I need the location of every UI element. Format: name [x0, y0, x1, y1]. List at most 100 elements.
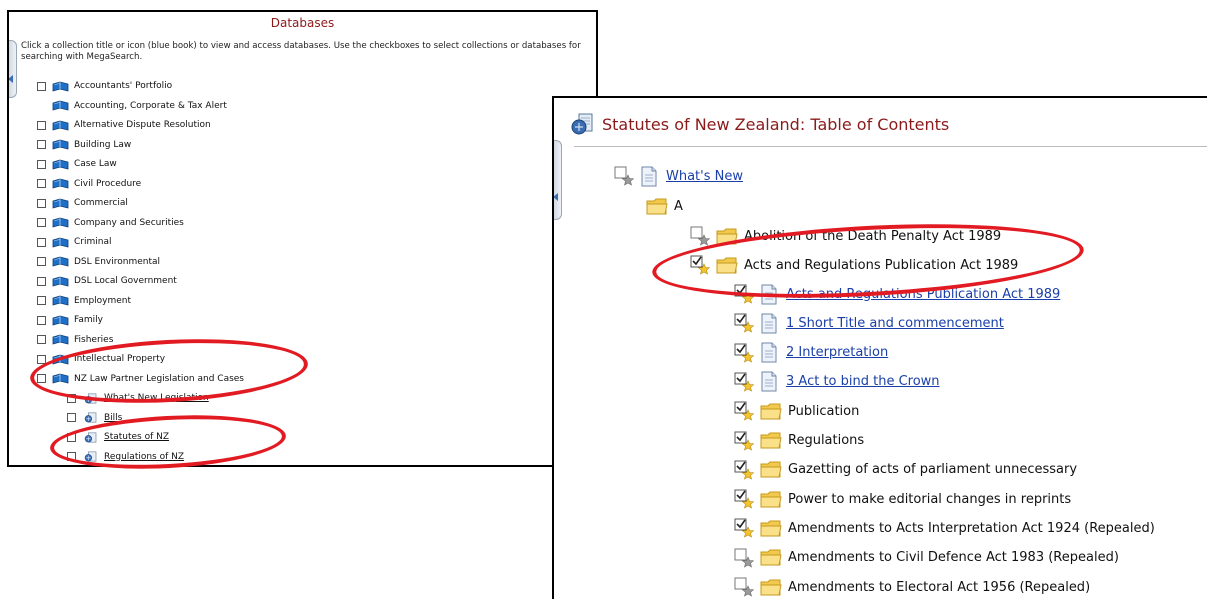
letter-label[interactable]: A	[674, 199, 683, 214]
blue-book-icon[interactable]	[52, 256, 69, 267]
star-checkbox-icon[interactable]	[734, 460, 754, 480]
database-collection-row[interactable]: Fisheries	[37, 333, 113, 347]
database-collection-row[interactable]: Commercial	[37, 196, 128, 210]
blue-book-icon[interactable]	[52, 159, 69, 170]
blue-book-icon[interactable]	[52, 198, 69, 209]
collection-title[interactable]: Employment	[74, 296, 131, 306]
collection-title[interactable]: Accountants' Portfolio	[74, 81, 172, 91]
folder-icon[interactable]	[760, 490, 782, 509]
collection-title[interactable]: Civil Procedure	[74, 179, 141, 189]
database-collection-row[interactable]: Accountants' Portfolio	[37, 79, 172, 93]
database-collection-row[interactable]: Civil Procedure	[37, 177, 141, 191]
database-collection-row[interactable]: DSL Local Government	[37, 274, 177, 288]
blue-book-icon[interactable]	[52, 237, 69, 248]
section-title[interactable]: 2 Interpretation	[786, 345, 888, 360]
star-checkbox-icon[interactable]	[734, 577, 754, 597]
collection-checkbox[interactable]	[37, 335, 46, 344]
document-icon	[760, 342, 778, 363]
database-collection-row[interactable]: Criminal	[37, 235, 111, 249]
collection-checkbox[interactable]	[37, 257, 46, 266]
blue-book-icon[interactable]	[52, 178, 69, 189]
database-collection-row[interactable]: Case Law	[37, 157, 117, 171]
database-icon[interactable]	[82, 412, 99, 423]
document-icon	[760, 371, 778, 392]
star-checkbox-icon[interactable]	[734, 343, 754, 363]
folder-icon[interactable]	[760, 402, 782, 421]
folder-icon[interactable]	[760, 519, 782, 538]
collection-title[interactable]: Family	[74, 315, 103, 325]
collection-title[interactable]: DSL Environmental	[74, 257, 160, 267]
blue-book-icon[interactable]	[52, 276, 69, 287]
section-title[interactable]: Amendments to Acts Interpretation Act 19…	[788, 521, 1155, 536]
collection-checkbox[interactable]	[37, 179, 46, 188]
collection-title[interactable]: Building Law	[74, 140, 131, 150]
database-collection-row[interactable]: Accounting, Corporate & Tax Alert	[52, 99, 227, 113]
toc-row-letter: A	[646, 194, 683, 218]
collection-checkbox[interactable]	[37, 237, 46, 247]
blue-book-icon[interactable]	[52, 334, 69, 345]
section-title[interactable]: Power to make editorial changes in repri…	[788, 492, 1071, 507]
blue-book-icon[interactable]	[52, 81, 69, 92]
blue-book-icon[interactable]	[52, 120, 69, 131]
section-title[interactable]: Amendments to Electoral Act 1956 (Repeal…	[788, 580, 1090, 595]
section-title[interactable]: Regulations	[788, 433, 864, 448]
folder-icon[interactable]	[646, 197, 668, 216]
collection-title[interactable]: Commercial	[74, 198, 128, 208]
star-checkbox-icon[interactable]	[614, 166, 634, 186]
blue-book-icon[interactable]	[52, 139, 69, 150]
collection-checkbox[interactable]	[37, 81, 46, 91]
collection-checkbox[interactable]	[37, 159, 46, 169]
section-title[interactable]: Gazetting of acts of parliament unnecess…	[788, 462, 1077, 477]
database-collection-row[interactable]: Family	[37, 313, 103, 327]
collection-checkbox[interactable]	[37, 140, 46, 149]
folder-icon[interactable]	[760, 578, 782, 597]
star-checkbox-icon[interactable]	[734, 372, 754, 392]
database-collection-row[interactable]: Employment	[37, 294, 131, 308]
collection-checkbox[interactable]	[37, 276, 46, 286]
database-checkbox[interactable]	[67, 413, 76, 422]
collection-title[interactable]: Accounting, Corporate & Tax Alert	[74, 101, 227, 111]
folder-icon[interactable]	[760, 431, 782, 450]
database-collection-row[interactable]: Building Law	[37, 138, 131, 152]
panel-collapse-tab[interactable]	[554, 140, 562, 220]
database-collection-row[interactable]: Alternative Dispute Resolution	[37, 118, 211, 132]
document-icon	[760, 313, 778, 334]
section-title[interactable]: Amendments to Civil Defence Act 1983 (Re…	[788, 550, 1119, 565]
collection-title[interactable]: Alternative Dispute Resolution	[74, 120, 211, 130]
folder-icon[interactable]	[760, 548, 782, 567]
collection-title[interactable]: Criminal	[74, 237, 111, 247]
collection-checkbox[interactable]	[37, 296, 46, 305]
star-checkbox-icon[interactable]	[734, 489, 754, 509]
whats-new-link[interactable]: What's New	[666, 169, 743, 184]
section-title[interactable]: 3 Act to bind the Crown	[786, 374, 940, 389]
blue-book-icon[interactable]	[52, 315, 69, 326]
document-icon	[640, 166, 658, 187]
toc-row-section: Publication	[734, 399, 859, 423]
toc-row-section: 1 Short Title and commencement	[734, 311, 1004, 335]
star-checkbox-icon[interactable]	[734, 548, 754, 568]
section-title[interactable]: Publication	[788, 404, 859, 419]
folder-icon[interactable]	[760, 460, 782, 479]
star-checkbox-icon[interactable]	[734, 313, 754, 333]
blue-book-icon[interactable]	[52, 100, 69, 111]
database-collection-row[interactable]: Company and Securities	[37, 216, 184, 230]
collection-checkbox[interactable]	[37, 120, 46, 130]
collection-checkbox[interactable]	[37, 315, 46, 325]
collection-title[interactable]: DSL Local Government	[74, 276, 177, 286]
toc-row-section: Power to make editorial changes in repri…	[734, 487, 1071, 511]
collection-checkbox[interactable]	[37, 218, 46, 227]
collection-title[interactable]: Company and Securities	[74, 218, 184, 228]
blue-book-icon[interactable]	[52, 217, 69, 228]
collection-checkbox[interactable]	[37, 198, 46, 208]
blue-book-icon[interactable]	[52, 295, 69, 306]
panel-collapse-tab[interactable]	[9, 40, 17, 98]
star-checkbox-icon[interactable]	[690, 226, 710, 246]
star-checkbox-icon[interactable]	[734, 431, 754, 451]
star-checkbox-icon[interactable]	[734, 401, 754, 421]
collection-title[interactable]: Fisheries	[74, 335, 113, 345]
database-collection-row[interactable]: DSL Environmental	[37, 255, 160, 269]
section-title[interactable]: 1 Short Title and commencement	[786, 316, 1004, 331]
collection-title[interactable]: Case Law	[74, 159, 117, 169]
star-checkbox-icon[interactable]	[734, 518, 754, 538]
toc-title: Statutes of New Zealand: Table of Conten…	[602, 114, 950, 134]
